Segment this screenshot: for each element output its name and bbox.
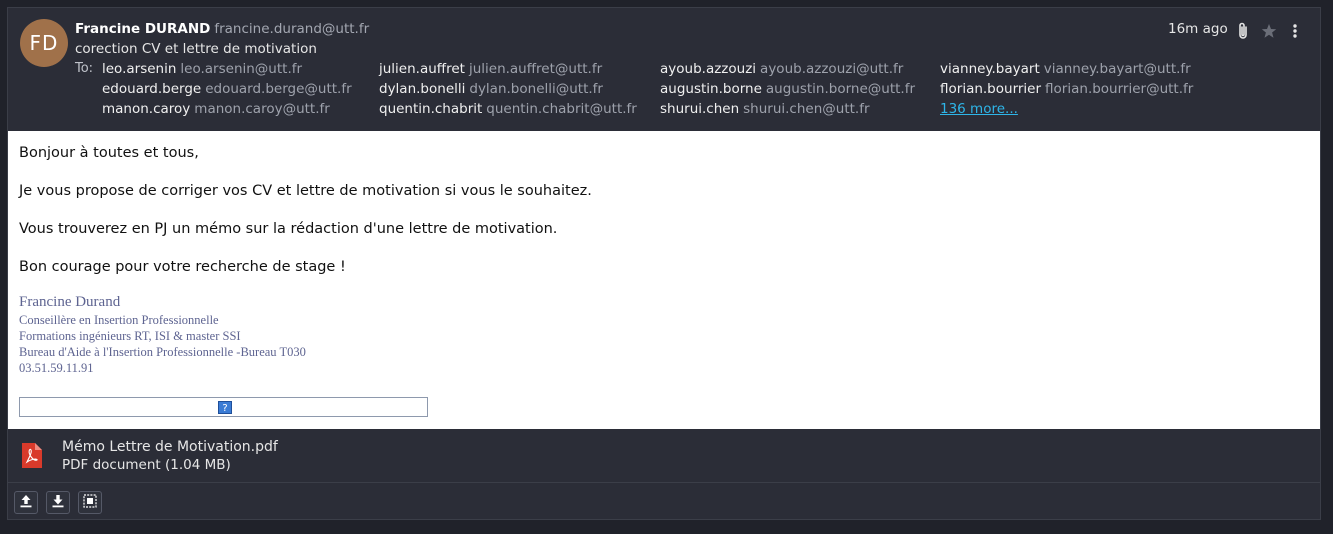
recipient-email: florian.bourrier@utt.fr bbox=[1045, 81, 1194, 97]
recipient-email: leo.arsenin@utt.fr bbox=[180, 61, 303, 77]
sender-email[interactable]: francine.durand@utt.fr bbox=[214, 21, 369, 37]
recipient-name: edouard.berge bbox=[102, 81, 202, 97]
recipient[interactable]: leo.arsenin leo.arsenin@utt.fr bbox=[102, 61, 302, 77]
body-paragraph: Bon courage pour votre recherche de stag… bbox=[19, 259, 346, 275]
broken-image-placeholder: ? bbox=[19, 397, 428, 417]
recipient-email: julien.auffret@utt.fr bbox=[468, 61, 603, 77]
attachment-filename[interactable]: Mémo Lettre de Motivation.pdf bbox=[62, 439, 278, 455]
download-button[interactable] bbox=[46, 491, 70, 514]
recipient[interactable]: augustin.borne augustin.borne@utt.fr bbox=[660, 81, 915, 97]
recipient-email: vianney.bayart@utt.fr bbox=[1043, 61, 1191, 77]
upload-button[interactable] bbox=[14, 491, 38, 514]
recipient[interactable]: julien.auffret julien.auffret@utt.fr bbox=[379, 61, 602, 77]
recipient-email: dylan.bonelli@utt.fr bbox=[469, 81, 603, 97]
recipient[interactable]: vianney.bayart vianney.bayart@utt.fr bbox=[940, 61, 1191, 77]
recipient-name: quentin.chabrit bbox=[379, 101, 483, 117]
recipient-name: shurui.chen bbox=[660, 101, 740, 117]
recipient-name: manon.caroy bbox=[102, 101, 191, 117]
more-options-icon[interactable] bbox=[1286, 22, 1304, 40]
to-label: To: bbox=[75, 61, 94, 76]
recipient[interactable]: dylan.bonelli dylan.bonelli@utt.fr bbox=[379, 81, 603, 97]
recipient[interactable]: florian.bourrier florian.bourrier@utt.fr bbox=[940, 81, 1193, 97]
signature-line: Formations ingénieurs RT, ISI & master S… bbox=[19, 329, 241, 343]
attachment-meta: PDF document (1.04 MB) bbox=[62, 457, 231, 473]
from-line: Francine DURAND francine.durand@utt.fr bbox=[75, 21, 369, 37]
more-recipients-link[interactable]: 136 more... bbox=[940, 101, 1018, 117]
recipient-email: ayoub.azzouzi@utt.fr bbox=[760, 61, 904, 77]
body-paragraph: Vous trouverez en PJ un mémo sur la réda… bbox=[19, 221, 558, 237]
message-time: 16m ago bbox=[1168, 21, 1228, 37]
recipient-name: julien.auffret bbox=[379, 61, 465, 77]
recipient-email: quentin.chabrit@utt.fr bbox=[486, 101, 637, 117]
body-paragraph: Je vous propose de corriger vos CV et le… bbox=[19, 183, 592, 199]
pdf-file-icon bbox=[21, 442, 43, 469]
download-icon bbox=[51, 493, 65, 512]
attachment-toolbar bbox=[8, 484, 1320, 519]
message-card: FD Francine DURAND francine.durand@utt.fr… bbox=[7, 7, 1321, 520]
paperclip-icon[interactable] bbox=[1234, 22, 1252, 40]
recipient-name: florian.bourrier bbox=[940, 81, 1042, 97]
select-all-button[interactable] bbox=[78, 491, 102, 514]
signature-line: Bureau d'Aide à l'Insertion Professionne… bbox=[19, 345, 306, 359]
recipient-name: vianney.bayart bbox=[940, 61, 1040, 77]
signature-name: Francine Durand bbox=[19, 294, 121, 310]
message-body: Bonjour à toutes et tous, Je vous propos… bbox=[8, 131, 1320, 429]
sender-name[interactable]: Francine DURAND bbox=[75, 21, 210, 37]
body-greeting: Bonjour à toutes et tous, bbox=[19, 145, 199, 161]
recipient-email: manon.caroy@utt.fr bbox=[194, 101, 330, 117]
recipient-email: augustin.borne@utt.fr bbox=[765, 81, 916, 97]
attachment-item[interactable]: Mémo Lettre de Motivation.pdf PDF docume… bbox=[8, 429, 1320, 483]
recipient-name: leo.arsenin bbox=[102, 61, 177, 77]
signature-phone: 03.51.59.11.91 bbox=[19, 361, 94, 375]
recipient-email: edouard.berge@utt.fr bbox=[205, 81, 352, 97]
upload-icon bbox=[19, 493, 33, 512]
message-header: FD Francine DURAND francine.durand@utt.fr… bbox=[8, 8, 1320, 131]
message-subject: corection CV et lettre de motivation bbox=[75, 41, 317, 57]
sender-avatar[interactable]: FD bbox=[20, 19, 68, 67]
recipient[interactable]: edouard.berge edouard.berge@utt.fr bbox=[102, 81, 352, 97]
recipient[interactable]: quentin.chabrit quentin.chabrit@utt.fr bbox=[379, 101, 637, 117]
select-all-icon bbox=[83, 493, 97, 512]
missing-image-icon: ? bbox=[218, 401, 232, 414]
star-icon[interactable] bbox=[1260, 22, 1278, 40]
recipient[interactable]: manon.caroy manon.caroy@utt.fr bbox=[102, 101, 330, 117]
recipient-name: dylan.bonelli bbox=[379, 81, 466, 97]
recipient[interactable]: ayoub.azzouzi ayoub.azzouzi@utt.fr bbox=[660, 61, 903, 77]
recipient-email: shurui.chen@utt.fr bbox=[743, 101, 870, 117]
signature-line: Conseillère en Insertion Professionnelle bbox=[19, 313, 219, 327]
recipient-name: ayoub.azzouzi bbox=[660, 61, 757, 77]
recipient-name: augustin.borne bbox=[660, 81, 762, 97]
recipient[interactable]: shurui.chen shurui.chen@utt.fr bbox=[660, 101, 870, 117]
